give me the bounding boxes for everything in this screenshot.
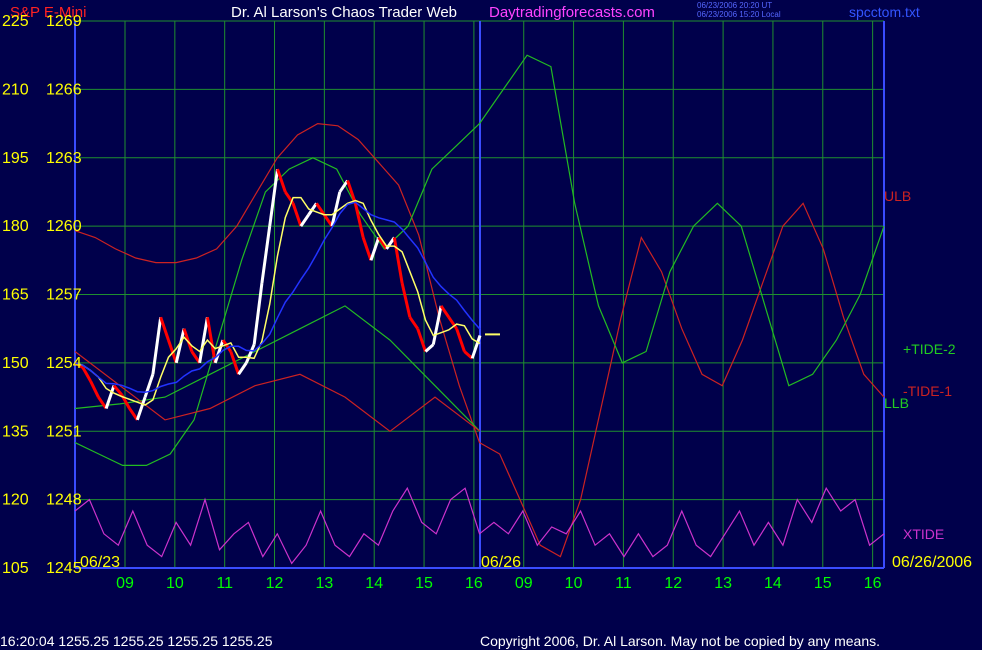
x-tick: 09	[116, 575, 134, 592]
y-tick-left: 180	[2, 218, 29, 235]
footer-status: 16:20:04 1255.25 1255.25 1255.25 1255.25	[0, 633, 273, 649]
legend-xtide: XTIDE	[903, 526, 944, 542]
y-tick-left: 165	[2, 287, 29, 304]
x-tick: 16	[864, 575, 882, 592]
y-tick-left: 225	[2, 13, 29, 30]
y-tick-left: 210	[2, 81, 29, 98]
x-tick: 10	[565, 575, 583, 592]
x-tick: 13	[315, 575, 333, 592]
y-tick-price: 1254	[46, 355, 82, 372]
y-tick-left: 135	[2, 423, 29, 440]
y-tick-price: 1245	[46, 560, 82, 577]
x-tick: 15	[415, 575, 433, 592]
legend-tide-plus: +TIDE-2	[903, 341, 956, 357]
y-tick-left: 150	[2, 355, 29, 372]
x-tick: 11	[615, 575, 632, 592]
x-tick: 16	[465, 575, 483, 592]
legend-ulb: ULB	[884, 188, 911, 204]
y-tick-left: 105	[2, 560, 29, 577]
y-tick-price: 1251	[46, 423, 82, 440]
x-tick: 10	[166, 575, 184, 592]
chart-canvas: S&P E-Mini Dr. Al Larson's Chaos Trader …	[0, 0, 982, 650]
y-tick-price: 1269	[46, 13, 82, 30]
x-tick: 14	[764, 575, 782, 592]
footer-copyright: Copyright 2006, Dr. Al Larson. May not b…	[480, 633, 880, 649]
y-tick-price: 1248	[46, 492, 82, 509]
x-tick: 14	[365, 575, 383, 592]
y-tick-price: 1257	[46, 287, 82, 304]
chart-title: Dr. Al Larson's Chaos Trader Web	[231, 4, 457, 21]
y-tick-price: 1260	[46, 218, 82, 235]
date-label: 06/26/2006	[892, 554, 972, 571]
website-label: Daytradingforecasts.com	[489, 4, 655, 21]
x-tick: 09	[515, 575, 533, 592]
date-label: 06/26	[481, 554, 521, 571]
chart-background	[0, 0, 982, 650]
x-tick: 13	[714, 575, 732, 592]
y-tick-price: 1266	[46, 81, 82, 98]
legend-tide-minus: -TIDE-1	[903, 383, 952, 399]
timestamp-local: 06/23/2006 15:20 Local	[697, 10, 781, 19]
x-tick: 15	[814, 575, 832, 592]
timestamp-ut: 06/23/2006 20:20 UT	[697, 1, 772, 10]
legend-llb: LLB	[884, 395, 909, 411]
y-tick-left: 120	[2, 492, 29, 509]
y-tick-left: 195	[2, 150, 29, 167]
y-tick-price: 1263	[46, 150, 82, 167]
x-tick: 12	[664, 575, 682, 592]
date-label: 06/23	[80, 554, 120, 571]
filename-label: spcctom.txt	[849, 4, 920, 20]
x-tick: 12	[266, 575, 284, 592]
x-tick: 11	[216, 575, 233, 592]
